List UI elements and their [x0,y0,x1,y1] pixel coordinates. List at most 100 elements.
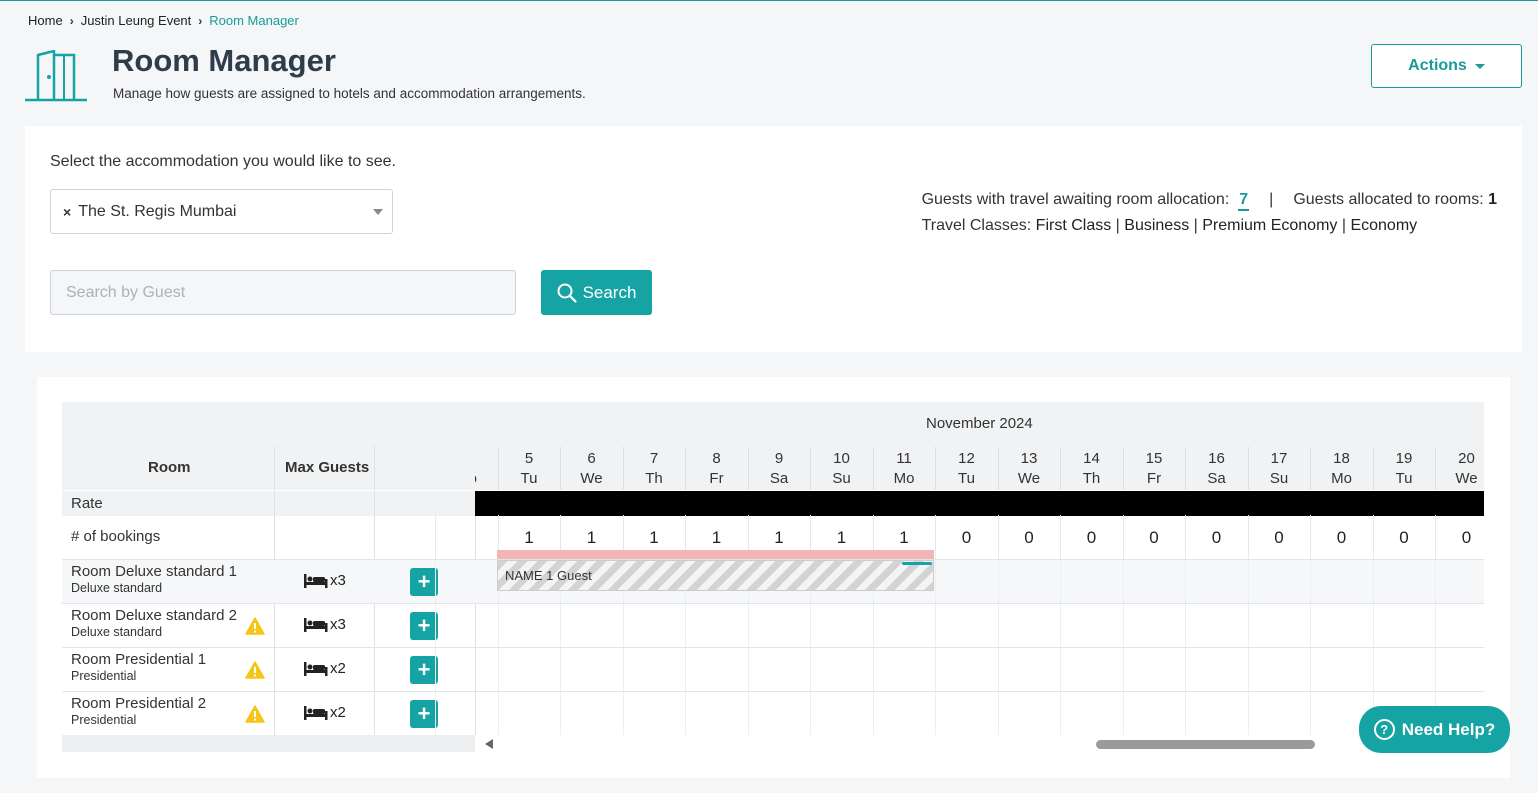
search-button[interactable]: Search [541,270,652,315]
room-name[interactable]: Room Deluxe standard 1 Deluxe standard [71,564,237,596]
calendar-day-header: 19 Tu [1372,447,1435,490]
booking-count: 0 [1310,515,1372,560]
filter-panel: Select the accommodation you would like … [25,126,1522,352]
caret-down-icon [1474,63,1485,69]
accommodation-select[interactable]: × The St. Regis Mumbai [50,189,393,234]
add-booking-button[interactable]: + [410,612,438,640]
rate-label: Rate [71,495,103,512]
day-of-week: Fr [709,470,724,487]
breadcrumb: Home › Justin Leung Event › Room Manager [28,13,299,28]
calendar-day-header: 8 Fr [685,447,747,490]
awaiting-label: Guests with travel awaiting room allocat… [921,191,1230,208]
calendar-day-header: 17 Su [1247,447,1310,490]
scroll-left-arrow-icon[interactable] [485,739,493,749]
scrollbar-thumb[interactable] [1096,740,1315,749]
calendar-day-header: 12 Tu [935,447,997,490]
day-number: 17 [1270,450,1288,467]
day-number: 4 [475,449,497,469]
day-of-week: Su [1269,470,1289,487]
day-of-week: We [1017,470,1041,487]
booking-block[interactable]: NAME 1 Guest [497,560,934,591]
room-type-label: Presidential [71,713,137,727]
filter-prompt: Select the accommodation you would like … [50,153,396,170]
horizontal-scrollbar[interactable] [475,735,1484,752]
calendar-day-header: 15 Fr [1122,447,1185,490]
room-type-label: Deluxe standard [71,625,163,639]
room-grid-panel: Room Max Guests November 2024 4Mo5Tu6We7… [37,377,1510,778]
day-number: 19 [1395,450,1413,467]
booking-count [435,515,497,560]
add-booking-button[interactable]: + [410,568,438,596]
booking-count: 0 [1185,515,1247,560]
day-number: 6 [587,450,596,467]
max-guests-value: x2 [330,704,346,721]
max-guests-value: x3 [330,616,346,633]
breadcrumb-event[interactable]: Justin Leung Event [81,13,192,28]
day-number: 5 [524,450,534,467]
chevron-right-icon: › [198,13,203,28]
breadcrumb-home[interactable]: Home [28,13,63,28]
travel-class-economy: Economy [1350,217,1418,234]
day-number: 9 [774,450,784,467]
day-number: 13 [1020,450,1038,467]
actions-button[interactable]: Actions [1371,44,1522,88]
warning-icon [245,661,265,679]
day-of-week: Fr [1146,470,1162,487]
booking-count: 0 [997,515,1060,560]
room-type-label: Deluxe standard [71,581,163,595]
need-help-button[interactable]: ? Need Help? [1359,706,1510,753]
warning-icon [245,705,265,723]
search-button-label: Search [582,282,637,302]
calendar-header: November 2024 4Mo5Tu6We7Th8Fr9Sa10Su11Mo… [475,402,1484,490]
help-icon: ? [1373,719,1395,740]
remove-selection-icon[interactable]: × [63,204,71,220]
max-guests: x2 [304,704,346,721]
travel-classes-label: Travel Classes: [921,217,1032,234]
chevron-right-icon: › [69,13,74,28]
day-of-week: We [1455,470,1478,487]
day-number: 7 [649,450,659,467]
calendar-day-header: 13 We [997,447,1060,490]
max-guests-value: x2 [330,660,346,677]
search-guest-input[interactable] [50,270,516,315]
max-guests: x2 [304,660,346,677]
page-subtitle: Manage how guests are assigned to hotels… [113,86,586,101]
day-number: 18 [1333,450,1350,467]
need-help-label: Need Help? [1401,719,1496,739]
room-name-label: Room Presidential 2 [71,695,207,712]
dropdown-arrow-icon[interactable] [373,209,383,215]
add-booking-button[interactable]: + [410,700,438,728]
day-of-week: Su [832,470,851,487]
column-header-room: Room [148,459,191,476]
day-number: 11 [896,450,912,467]
room-row: Room Presidential 1 Presidential x2 + [62,647,1484,692]
calendar-day-header: 20 We [1435,447,1484,490]
room-row: Room Deluxe standard 2 Deluxe standard x3 + [62,603,1484,648]
day-of-week: Tu [520,470,538,487]
day-of-week: Th [645,470,663,487]
day-of-week: Tu [1395,470,1413,487]
calendar-day-header: 7 Th [622,447,685,490]
allocated-count: 1 [1488,191,1497,208]
search-icon [557,283,577,303]
calendar-day-header: 10 Su [810,447,872,490]
actions-label: Actions [1408,57,1467,74]
booking-indicator [902,562,932,565]
day-of-week: Sa [1207,470,1226,487]
day-number: 20 [1458,450,1475,467]
calendar-day-header: 14 Th [1060,447,1122,490]
booking-count: 0 [935,515,997,560]
max-guests: x3 [304,616,346,633]
calendar-day-header: 18 Mo [1310,447,1372,490]
day-of-week: Mo [475,469,497,489]
page-title: Room Manager [112,43,336,78]
room-name[interactable]: Room Presidential 2 Presidential [71,696,206,728]
max-guests: x3 [304,572,346,589]
room-name[interactable]: Room Presidential 1 Presidential [71,652,206,684]
room-name[interactable]: Room Deluxe standard 2 Deluxe standard [71,608,237,640]
room-calendar-grid: Room Max Guests November 2024 4Mo5Tu6We7… [62,402,1484,752]
calendar-day-header: 5 Tu [497,447,560,490]
awaiting-count-link[interactable]: 7 [1238,191,1250,211]
add-booking-button[interactable]: + [410,656,438,684]
room-row: Room Presidential 2 Presidential x2 + [62,691,1484,736]
